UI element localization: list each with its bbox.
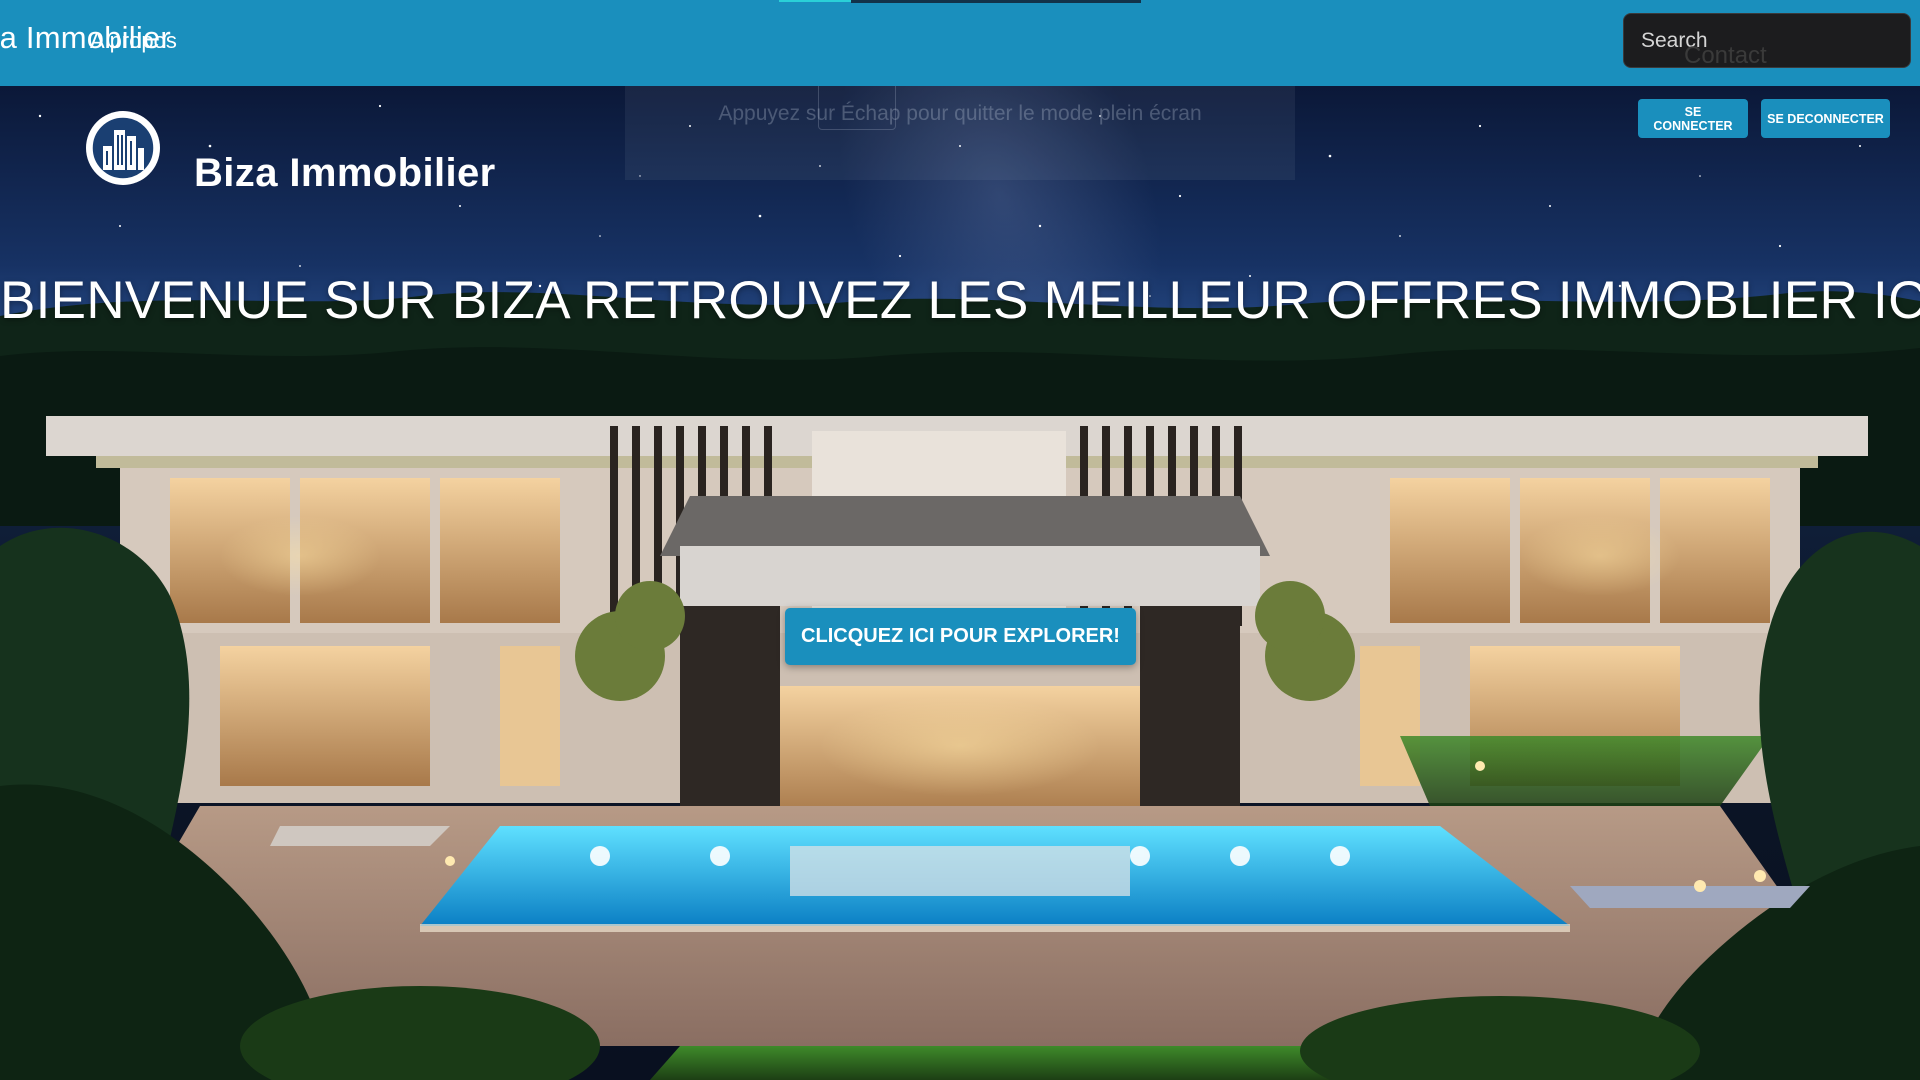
page-load-track — [851, 0, 1141, 3]
search-input[interactable] — [1623, 13, 1911, 68]
escape-key-badge — [818, 86, 896, 130]
top-navbar: Biza Immobilier A propos — [0, 0, 1920, 86]
login-button[interactable]: Se connecter — [1638, 99, 1748, 138]
welcome-heading: BIENVENUE SUR BIZA RETROUVEZ LES MEILLEU… — [0, 271, 1920, 330]
nav-link-contact[interactable]: Contact — [1684, 42, 1767, 70]
villa-background-image — [0, 86, 1920, 1080]
fullscreen-hint-overlay: Appuyez sur Échap pour quitter le mode p… — [625, 86, 1295, 180]
fullscreen-hint-text: Appuyez sur Échap pour quitter le mode p… — [718, 102, 1202, 125]
explore-cta-button[interactable]: Clicquez ici pour explorer! — [785, 608, 1136, 665]
nav-link-about[interactable]: A propos — [90, 28, 177, 54]
site-title[interactable]: Biza Immobilier — [194, 151, 496, 196]
hero-section: Appuyez sur Échap pour quitter le mode p… — [0, 86, 1920, 1080]
building-circle-icon[interactable] — [83, 108, 163, 188]
page-load-indicator — [779, 0, 851, 2]
logout-button[interactable]: Se deconnecter — [1761, 99, 1890, 138]
